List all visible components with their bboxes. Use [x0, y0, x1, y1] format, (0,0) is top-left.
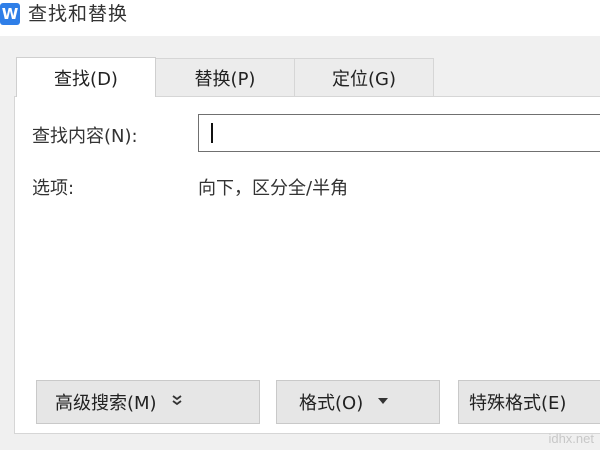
special-format-button[interactable]: 特殊格式(E) [458, 380, 600, 424]
tab-find[interactable]: 查找(D) [16, 57, 156, 97]
window-title: 查找和替换 [28, 3, 129, 25]
triangle-down-icon [377, 394, 389, 410]
find-replace-dialog: 查找(D) 替换(P) 定位(G) 查找内容(N): 选项: 向下，区分全/半角… [0, 36, 600, 450]
title-bar: W 查找和替换 [0, 0, 600, 36]
find-what-label: 查找内容(N): [32, 126, 138, 147]
watermark: idhx.net [548, 431, 594, 446]
advanced-search-label: 高级搜索(M) [55, 393, 157, 414]
advanced-search-button[interactable]: 高级搜索(M) [36, 380, 260, 424]
format-label: 格式(O) [299, 393, 364, 414]
find-what-input[interactable] [198, 114, 600, 152]
special-format-label: 特殊格式(E) [469, 393, 567, 414]
format-button[interactable]: 格式(O) [276, 380, 440, 424]
options-value: 向下，区分全/半角 [198, 178, 349, 199]
text-caret [211, 123, 213, 143]
wps-writer-icon: W [0, 3, 20, 25]
options-label: 选项: [32, 178, 75, 199]
double-chevron-down-icon [171, 393, 183, 411]
tab-goto[interactable]: 定位(G) [294, 58, 434, 96]
tab-replace[interactable]: 替换(P) [155, 58, 295, 96]
